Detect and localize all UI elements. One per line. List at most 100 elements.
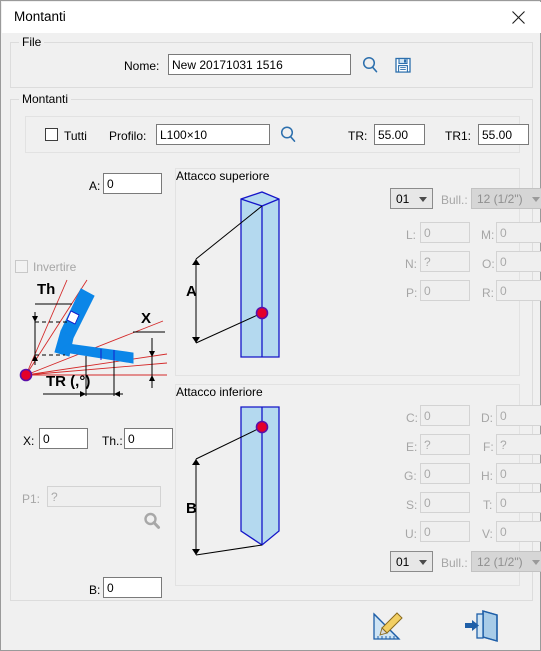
field-u-label: U: <box>405 527 417 541</box>
profilo-search-button[interactable] <box>277 124 301 145</box>
field-r-input <box>496 280 541 301</box>
attacco-superiore-diagram: A <box>184 185 374 370</box>
field-m-input <box>496 222 541 243</box>
a-input[interactable] <box>103 173 162 194</box>
field-l-label: L: <box>406 228 417 242</box>
field-v-input <box>496 521 541 542</box>
exit-button[interactable] <box>463 606 503 646</box>
profilo-panel: Tutti Profilo: TR: TR1: <box>25 116 529 153</box>
attacco-inferiore-number-value: 01 <box>396 554 410 569</box>
attacco-inferiore-bull-label: Bull.: <box>441 556 468 570</box>
field-f-label: F: <box>483 440 494 454</box>
attacco-inferiore-bull-combo: 12 (1/2") <box>471 551 541 572</box>
profilo-label: Profilo: <box>109 129 147 143</box>
field-s-input <box>420 492 470 513</box>
field-c-input <box>420 405 470 426</box>
th-input[interactable] <box>124 428 173 449</box>
montanti-group-legend: Montanti <box>19 92 72 106</box>
save-button[interactable] <box>391 54 415 76</box>
file-group-legend: File <box>19 35 45 49</box>
field-g-label: G: <box>404 469 417 483</box>
window-title: Montanti <box>14 9 66 24</box>
attacco-inferiore-dim-label: B <box>186 500 197 517</box>
field-p-label: P: <box>406 286 418 300</box>
attacco-inferiore-diagram: B <box>184 397 374 579</box>
nome-input[interactable] <box>168 54 351 75</box>
magnifier-icon <box>359 54 383 76</box>
attacco-inferiore-bull-value: 12 (1/2") <box>477 554 523 569</box>
field-h-label: H: <box>481 469 493 483</box>
montanti-dialog: Montanti File Nome: New 20171031 1516 Mo… <box>0 0 541 651</box>
th-label: Th.: <box>102 434 123 448</box>
exit-door-icon <box>463 606 503 646</box>
attacco-superiore-bull-label: Bull.: <box>441 193 468 207</box>
tutti-label: Tutti <box>64 129 87 143</box>
tutti-checkbox[interactable] <box>45 128 58 141</box>
tr1-label: TR1: <box>445 129 472 143</box>
b-input[interactable] <box>103 577 162 598</box>
x-input[interactable] <box>39 428 88 449</box>
triangle-ruler-pencil-icon <box>369 610 405 644</box>
field-r-label: R: <box>482 286 494 300</box>
montanti-group: Montanti Tutti Profilo: TR: TR1: A: <box>10 92 541 601</box>
field-d-label: D: <box>481 411 493 425</box>
profilo-input[interactable] <box>156 124 270 145</box>
diagram-tr-label: TR (,°) <box>46 373 91 390</box>
field-u-input <box>420 521 470 542</box>
attacco-inferiore-number-combo[interactable]: 01 <box>390 551 433 572</box>
magnifier-icon <box>277 124 301 145</box>
attacco-superiore-legend: Attacco superiore <box>176 169 519 183</box>
tr1-input[interactable] <box>478 124 529 145</box>
attacco-superiore-bull-combo: 12 (1/2") <box>471 188 541 209</box>
field-o-label: O: <box>482 257 495 271</box>
p1-search-button[interactable] <box>142 511 164 533</box>
attacco-inferiore-panel: Attacco inferiore B C: 0 D: 0 E: ? F: ? … <box>175 384 541 586</box>
field-f-input <box>496 434 541 455</box>
field-c-label: C: <box>406 411 418 425</box>
floppy-disk-save-icon <box>391 54 415 76</box>
diagram-x-label: X <box>141 310 152 327</box>
file-group: File Nome: <box>10 35 533 88</box>
field-e-label: E: <box>406 440 418 454</box>
attacco-superiore-bull-value: 12 (1/2") <box>477 191 523 206</box>
tr-input[interactable] <box>374 124 425 145</box>
field-s-label: S: <box>406 498 418 512</box>
attacco-superiore-dim-label: A <box>186 283 197 300</box>
field-l-input <box>420 222 470 243</box>
field-n-label: N: <box>405 257 417 271</box>
invertire-checkbox[interactable] <box>15 260 28 273</box>
field-m-label: M: <box>481 228 495 242</box>
close-icon <box>512 11 525 24</box>
field-t-label: T: <box>483 498 493 512</box>
field-t-input <box>496 492 541 513</box>
field-o-input <box>496 251 541 272</box>
close-button[interactable] <box>496 2 541 33</box>
field-e-input <box>420 434 470 455</box>
draw-button[interactable] <box>369 610 405 644</box>
p1-label: P1: <box>22 492 41 506</box>
b-label: B: <box>89 583 101 597</box>
attacco-superiore-number-combo[interactable]: 01 <box>390 188 433 209</box>
diagram-th-label: Th <box>37 281 56 298</box>
field-p-input <box>420 280 470 301</box>
chevron-down-icon <box>419 559 427 565</box>
tr-label: TR: <box>348 129 368 143</box>
chevron-down-icon <box>419 196 427 202</box>
title-bar: Montanti <box>2 2 541 33</box>
invertire-label: Invertire <box>33 260 77 274</box>
magnifier-icon <box>142 511 164 533</box>
field-h-input <box>496 463 541 484</box>
x-label: X: <box>23 434 35 448</box>
p1-input <box>47 486 161 507</box>
chevron-down-icon <box>532 559 540 565</box>
field-n-input <box>420 251 470 272</box>
bend-diagram: Th X TR (,°) <box>15 276 175 401</box>
a-label: A: <box>89 179 101 193</box>
attacco-superiore-number-value: 01 <box>396 191 410 206</box>
attacco-superiore-panel: Attacco superiore A 01 Bull.: 12 (1/2") … <box>175 168 541 376</box>
nome-search-button[interactable] <box>359 54 383 76</box>
field-v-label: V: <box>482 527 493 541</box>
chevron-down-icon <box>532 196 540 202</box>
field-g-input <box>420 463 470 484</box>
nome-label: Nome: <box>124 59 160 73</box>
